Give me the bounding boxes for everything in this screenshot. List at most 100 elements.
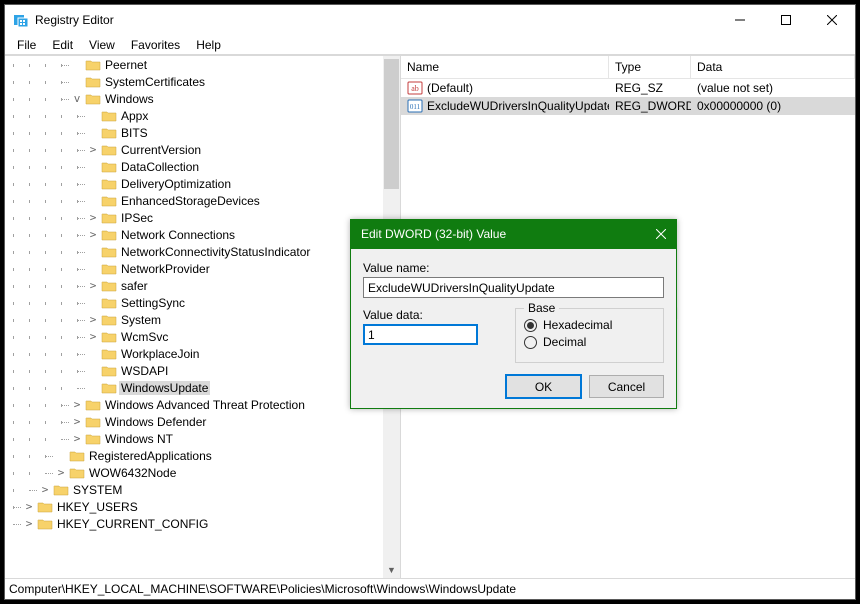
tree-node[interactable]: > Network Connections: [5, 226, 384, 243]
expand-toggle-icon[interactable]: >: [69, 415, 85, 428]
menu-edit[interactable]: Edit: [44, 36, 81, 54]
value-data-label: Value data:: [363, 308, 503, 322]
folder-icon: [101, 108, 117, 124]
folder-icon: [101, 176, 117, 192]
radio-dot-icon: [524, 336, 537, 349]
tree-node-label: CurrentVersion: [119, 143, 203, 157]
radio-hexadecimal[interactable]: Hexadecimal: [524, 318, 655, 332]
ok-button[interactable]: OK: [506, 375, 581, 398]
scroll-down-icon[interactable]: ▼: [383, 561, 400, 578]
value-data: 0x00000000 (0): [691, 99, 855, 113]
menu-view[interactable]: View: [81, 36, 123, 54]
string-value-icon: ab: [407, 80, 423, 96]
folder-icon: [37, 516, 53, 532]
tree-node[interactable]: DeliveryOptimization: [5, 175, 384, 192]
value-data-input[interactable]: [363, 324, 478, 345]
tree-node[interactable]: >SYSTEM: [5, 481, 384, 498]
tree-node[interactable]: >System: [5, 311, 384, 328]
expand-toggle-icon[interactable]: >: [37, 483, 53, 496]
tree-node[interactable]: WSDAPI: [5, 362, 384, 379]
tree-node[interactable]: >Windows NT: [5, 430, 384, 447]
tree-node[interactable]: DataCollection: [5, 158, 384, 175]
tree-node[interactable]: > WOW6432Node: [5, 464, 384, 481]
tree-node-label: Windows Advanced Threat Protection: [103, 398, 307, 412]
scroll-thumb[interactable]: [384, 59, 399, 189]
cancel-button[interactable]: Cancel: [589, 375, 664, 398]
expand-toggle-icon[interactable]: >: [53, 466, 69, 479]
tree-node[interactable]: NetworkConnectivityStatusIndicator: [5, 243, 384, 260]
col-header-name[interactable]: Name: [401, 56, 609, 78]
tree-pane[interactable]: PeernetSystemCertificatesvWindowsAppxBIT…: [5, 56, 401, 578]
col-header-type[interactable]: Type: [609, 56, 691, 78]
list-row[interactable]: ab (Default) REG_SZ (value not set): [401, 79, 855, 97]
tree-node[interactable]: > safer: [5, 277, 384, 294]
folder-icon: [101, 380, 117, 396]
dialog-title-bar[interactable]: Edit DWORD (32-bit) Value: [351, 219, 676, 249]
tree-node[interactable]: WindowsUpdate: [5, 379, 384, 396]
tree-node[interactable]: > IPSec: [5, 209, 384, 226]
list-row[interactable]: 011 ExcludeWUDriversInQualityUpdate REG_…: [401, 97, 855, 115]
value-name-input[interactable]: [363, 277, 664, 298]
col-header-data[interactable]: Data: [691, 56, 855, 78]
list-header[interactable]: Name Type Data: [401, 56, 855, 79]
menu-favorites[interactable]: Favorites: [123, 36, 188, 54]
tree-node[interactable]: Peernet: [5, 56, 384, 73]
expand-toggle-icon[interactable]: >: [21, 517, 37, 530]
tree-node-label: NetworkProvider: [119, 262, 212, 276]
expand-toggle-icon[interactable]: >: [85, 330, 101, 343]
tree-node-label: WOW6432Node: [87, 466, 178, 480]
tree-node-label: IPSec: [119, 211, 155, 225]
expand-toggle-icon[interactable]: >: [85, 279, 101, 292]
tree-node-label: WindowsUpdate: [119, 381, 210, 395]
folder-icon: [85, 397, 101, 413]
close-button[interactable]: [809, 5, 855, 35]
tree-node-label: Network Connections: [119, 228, 237, 242]
tree-node[interactable]: NetworkProvider: [5, 260, 384, 277]
folder-icon: [101, 363, 117, 379]
tree-node[interactable]: >WcmSvc: [5, 328, 384, 345]
expand-toggle-icon[interactable]: >: [85, 211, 101, 224]
expand-toggle-icon[interactable]: >: [69, 398, 85, 411]
dword-value-icon: 011: [407, 98, 423, 114]
folder-icon: [101, 295, 117, 311]
tree-node[interactable]: >HKEY_CURRENT_CONFIG: [5, 515, 384, 532]
menu-help[interactable]: Help: [188, 36, 229, 54]
folder-icon: [53, 482, 69, 498]
tree-node[interactable]: SystemCertificates: [5, 73, 384, 90]
value-name-label: Value name:: [363, 261, 664, 275]
tree-node[interactable]: BITS: [5, 124, 384, 141]
maximize-button[interactable]: [763, 5, 809, 35]
expand-toggle-icon[interactable]: >: [85, 143, 101, 156]
window-title: Registry Editor: [35, 13, 114, 27]
expand-toggle-icon[interactable]: >: [69, 432, 85, 445]
expand-toggle-icon[interactable]: >: [85, 313, 101, 326]
minimize-button[interactable]: [717, 5, 763, 35]
tree-node-label: WSDAPI: [119, 364, 170, 378]
dialog-close-button[interactable]: [646, 219, 676, 249]
tree-node[interactable]: RegisteredApplications: [5, 447, 384, 464]
tree-node[interactable]: >Windows Defender: [5, 413, 384, 430]
tree-node-label: safer: [119, 279, 150, 293]
expand-toggle-icon[interactable]: >: [85, 228, 101, 241]
radio-decimal[interactable]: Decimal: [524, 335, 655, 349]
menu-file[interactable]: File: [9, 36, 44, 54]
folder-icon: [101, 159, 117, 175]
tree-node[interactable]: vWindows: [5, 90, 384, 107]
tree-node[interactable]: > Windows Advanced Threat Protection: [5, 396, 384, 413]
folder-icon: [101, 193, 117, 209]
expand-toggle-icon[interactable]: v: [69, 92, 85, 105]
folder-icon: [37, 499, 53, 515]
expand-toggle-icon[interactable]: >: [21, 500, 37, 513]
folder-icon: [85, 57, 101, 73]
folder-icon: [101, 278, 117, 294]
title-bar[interactable]: Registry Editor: [5, 5, 855, 35]
tree-node[interactable]: WorkplaceJoin: [5, 345, 384, 362]
dialog-title: Edit DWORD (32-bit) Value: [361, 227, 506, 241]
tree-node[interactable]: EnhancedStorageDevices: [5, 192, 384, 209]
base-legend: Base: [524, 301, 559, 315]
tree-node-label: RegisteredApplications: [87, 449, 214, 463]
tree-node[interactable]: Appx: [5, 107, 384, 124]
tree-node[interactable]: > CurrentVersion: [5, 141, 384, 158]
tree-node[interactable]: SettingSync: [5, 294, 384, 311]
tree-node[interactable]: >HKEY_USERS: [5, 498, 384, 515]
